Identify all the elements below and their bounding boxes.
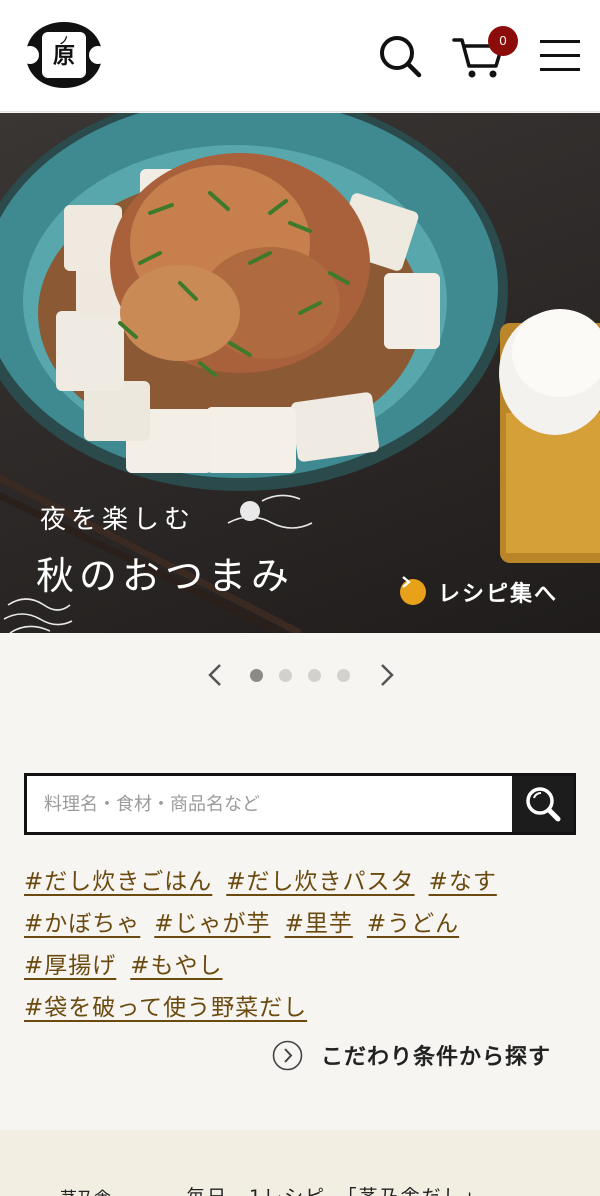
recipe-search-form — [24, 773, 576, 835]
brand-logo[interactable]: 原 ノ — [21, 20, 107, 90]
tag-row: #かぼちゃ #じゃが芋 #里芋 #うどん — [24, 904, 580, 946]
chevron-right-circle-icon — [272, 1040, 303, 1070]
tag-link[interactable]: #だし炊きパスタ — [226, 862, 414, 896]
chevron-right-icon — [381, 664, 394, 686]
header-cart-button[interactable]: 0 — [452, 26, 520, 82]
tag-row: #厚揚げ #もやし — [24, 946, 580, 988]
search-submit-button[interactable] — [512, 776, 574, 832]
cart-count-badge: 0 — [488, 26, 518, 56]
carousel-next-button[interactable] — [374, 662, 398, 688]
chevron-left-icon — [208, 664, 221, 686]
popular-tags: #だし炊きごはん #だし炊きパスタ #なす #かぼちゃ #じゃが芋 #里芋 #うどん #厚… — [24, 862, 580, 1030]
tag-link[interactable]: #里芋 — [285, 904, 353, 938]
tag-link[interactable]: #じゃが芋 — [154, 904, 270, 938]
hero-banner[interactable]: 夜を楽しむ 秋のおつまみ レシピ集へ — [0, 113, 600, 633]
hero-recipe-link[interactable]: レシピ集へ — [400, 575, 558, 609]
feature-band: 茅乃舎 毎日、1レシピ。「茅乃舎だし」 — [0, 1130, 600, 1196]
carousel-dot-1[interactable] — [250, 669, 263, 682]
tag-link[interactable]: #厚揚げ — [24, 946, 116, 980]
tag-link[interactable]: #うどん — [367, 904, 459, 938]
recipe-search-input[interactable] — [27, 776, 512, 832]
hero-subtitle: 夜を楽しむ — [40, 505, 196, 535]
band-brand-text: 茅乃舎 — [60, 1184, 111, 1196]
magnifier-icon — [526, 787, 561, 822]
carousel-dot-4[interactable] — [337, 669, 350, 682]
band-feature-text[interactable]: 毎日、1レシピ。「茅乃舎だし」 — [186, 1182, 485, 1196]
tag-link[interactable]: #かぼちゃ — [24, 904, 140, 938]
hero-cta-label: レシピ集へ — [438, 582, 559, 607]
advanced-search-link[interactable]: こだわり条件から探す — [272, 1038, 551, 1072]
header-search-button[interactable] — [376, 32, 424, 80]
tag-link[interactable]: #もやし — [130, 946, 222, 980]
tag-link[interactable]: #袋を破って使う野菜だし — [24, 988, 307, 1022]
tag-link[interactable]: #なす — [429, 862, 497, 896]
site-header: 原 ノ 0 — [0, 0, 600, 112]
hero-title: 秋のおつまみ — [36, 554, 295, 598]
svg-text:ノ: ノ — [59, 36, 69, 47]
tag-row: #だし炊きごはん #だし炊きパスタ #なす — [24, 862, 580, 904]
menu-icon — [540, 40, 580, 71]
tag-row: #袋を破って使う野菜だし — [24, 988, 580, 1030]
advanced-search-label: こだわり条件から探す — [321, 1045, 552, 1070]
carousel-dot-3[interactable] — [308, 669, 321, 682]
carousel-controls — [0, 650, 600, 698]
logo-emblem: 原 ノ — [21, 22, 107, 88]
tag-link[interactable]: #だし炊きごはん — [24, 862, 212, 896]
carousel-prev-button[interactable] — [204, 662, 228, 688]
search-icon — [380, 36, 422, 78]
svg-text:原: 原 — [53, 44, 75, 69]
hamburger-menu-button[interactable] — [538, 36, 582, 76]
carousel-dot-2[interactable] — [279, 669, 292, 682]
chevron-right-circle-icon — [400, 576, 426, 605]
